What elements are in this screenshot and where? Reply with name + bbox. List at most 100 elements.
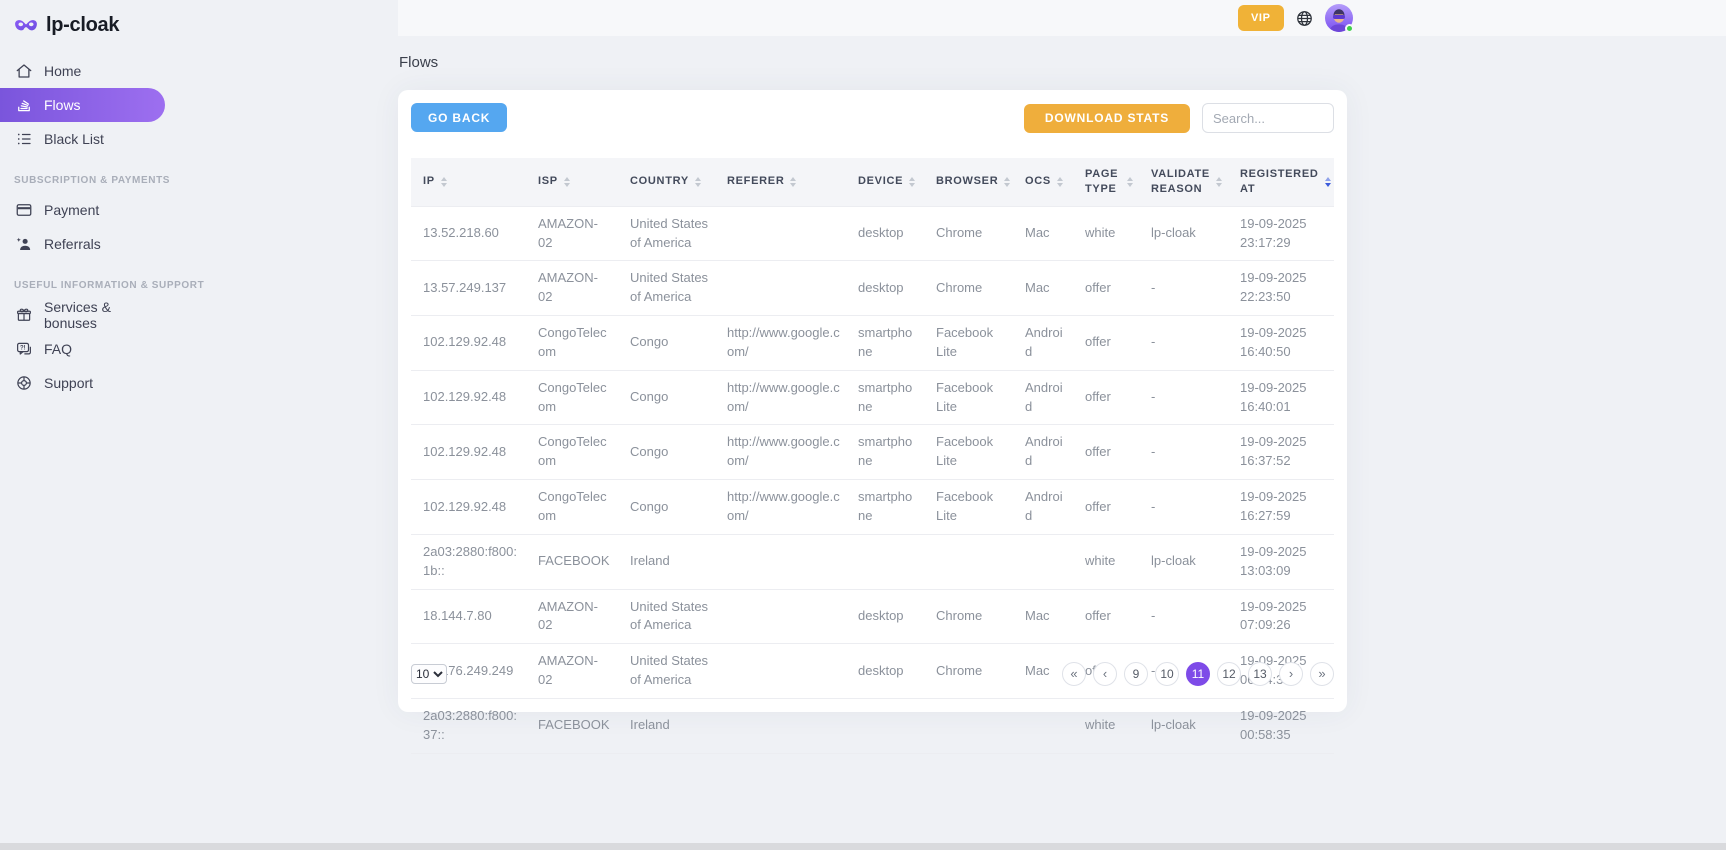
cell-registered-at: 19-09-2025 13:03:09 [1228,534,1334,589]
avatar[interactable] [1325,4,1353,32]
topbar [398,0,1726,36]
sidebar-item-flows[interactable]: Flows [0,88,165,122]
sort-icon [564,177,570,187]
cell-browser: Chrome [924,261,1013,316]
cell-ocs: Mac [1013,261,1073,316]
pagination-next-button[interactable]: › [1279,662,1303,686]
svg-text:?!: ?! [20,345,26,351]
cell-referer: http://www.google.com/ [715,370,846,425]
sidebar-item-support[interactable]: Support [0,366,165,400]
cell-page-type: white [1073,534,1139,589]
cell-country: United States of America [618,206,715,261]
sort-icon [1004,177,1010,187]
sidebar-item-black-list[interactable]: Black List [0,122,165,156]
column-header-registered-at[interactable]: REGISTERED AT [1228,158,1334,206]
cell-page-type: white [1073,698,1139,753]
pagination-prev-button[interactable]: ‹ [1093,662,1117,686]
topbar-actions: VIP [1238,4,1353,32]
cell-browser [924,698,1013,753]
column-header-validate-reason[interactable]: VALIDATE REASON [1139,158,1228,206]
cell-country: Congo [618,425,715,480]
cell-ocs: Android [1013,316,1073,371]
sidebar-item-home[interactable]: Home [0,54,165,88]
table-row: 102.129.92.48 CongoTelecom Congo http://… [411,480,1334,535]
pagination-page-10[interactable]: 10 [1155,662,1179,686]
download-stats-button[interactable]: DOWNLOAD STATS [1024,104,1190,133]
home-icon [15,62,33,80]
cell-registered-at: 19-09-2025 07:09:26 [1228,589,1334,644]
cell-ip: 18.144.7.80 [411,589,526,644]
cell-isp: AMAZON-02 [526,589,618,644]
pagination-first-button[interactable]: « [1062,662,1086,686]
pagination-page-9[interactable]: 9 [1124,662,1148,686]
cell-device: smartphone [846,370,924,425]
cell-browser [924,534,1013,589]
sidebar-item-label: Services & bonuses [44,299,165,331]
pagination-page-11-active[interactable]: 11 [1186,662,1210,686]
card-toolbar: GO BACK DOWNLOAD STATS [411,103,1334,133]
cell-device: smartphone [846,425,924,480]
column-header-browser[interactable]: BROWSER [924,158,1013,206]
go-back-button[interactable]: GO BACK [411,103,507,132]
column-header-isp[interactable]: ISP [526,158,618,206]
cell-ocs: Android [1013,370,1073,425]
sidebar-item-referrals[interactable]: Referrals [0,227,165,261]
cell-referer [715,698,846,753]
cell-registered-at: 19-09-2025 16:37:52 [1228,425,1334,480]
cell-ocs: Android [1013,425,1073,480]
column-header-page-type[interactable]: PAGE TYPE [1073,158,1139,206]
cell-validate-reason: - [1139,480,1228,535]
sidebar-item-label: Referrals [44,236,101,252]
cell-country: Ireland [618,698,715,753]
table-row: 2a03:2880:f800:1b:: FACEBOOK Ireland whi… [411,534,1334,589]
sidebar-item-label: FAQ [44,341,72,357]
cell-device [846,698,924,753]
cell-ip: 2a03:2880:f800:1b:: [411,534,526,589]
flows-card: GO BACK DOWNLOAD STATS IP ISP COUNTRY RE… [398,90,1347,712]
column-header-referer[interactable]: REFERER [715,158,846,206]
cell-isp: CongoTelecom [526,480,618,535]
sidebar-item-payment[interactable]: Payment [0,193,165,227]
table-row: 18.144.7.80 AMAZON-02 United States of A… [411,589,1334,644]
table-row: 2a03:2880:f800:37:: FACEBOOK Ireland whi… [411,698,1334,753]
cell-ip: 13.57.249.137 [411,261,526,316]
table-row: 102.129.92.48 CongoTelecom Congo http://… [411,370,1334,425]
cell-page-type: offer [1073,425,1139,480]
sidebar-item-faq[interactable]: ?! FAQ [0,332,165,366]
sidebar-item-label: Support [44,375,93,391]
pagination-last-button[interactable]: » [1310,662,1334,686]
brand-name: lp-cloak [46,14,119,37]
column-header-device[interactable]: DEVICE [846,158,924,206]
sort-icon [441,177,447,187]
brand-logo[interactable]: lp-cloak [0,0,180,40]
vip-button[interactable]: VIP [1238,5,1284,31]
sidebar-section-support: USEFUL INFORMATION & SUPPORT [14,279,180,291]
cell-validate-reason: lp-cloak [1139,206,1228,261]
cell-registered-at: 19-09-2025 16:27:59 [1228,480,1334,535]
cell-ocs: Android [1013,480,1073,535]
sidebar-section-subscription: SUBSCRIPTION & PAYMENTS [14,174,180,186]
pagination-page-12[interactable]: 12 [1217,662,1241,686]
per-page-select[interactable]: 10 [411,664,447,684]
cell-validate-reason: - [1139,316,1228,371]
column-header-country[interactable]: COUNTRY [618,158,715,206]
pagination: « ‹ 9 10 11 12 13 › » [1062,662,1334,686]
sidebar-item-services[interactable]: Services & bonuses [0,298,165,332]
online-status-dot [1345,24,1354,33]
cell-validate-reason: - [1139,425,1228,480]
sidebar-item-label: Flows [44,97,81,113]
search-input[interactable] [1202,103,1334,133]
cell-isp: FACEBOOK [526,698,618,753]
globe-icon[interactable] [1295,9,1314,28]
cell-ip: 102.129.92.48 [411,480,526,535]
cell-browser: Facebook Lite [924,316,1013,371]
table-footer: 10 « ‹ 9 10 11 12 13 › » [411,661,1334,686]
cell-page-type: offer [1073,589,1139,644]
pagination-page-13[interactable]: 13 [1248,662,1272,686]
column-header-ip[interactable]: IP [411,158,526,206]
cell-device: desktop [846,206,924,261]
faq-icon: ?! [15,340,33,358]
cell-page-type: offer [1073,261,1139,316]
cell-ocs: Mac [1013,589,1073,644]
column-header-ocs[interactable]: OCS [1013,158,1073,206]
